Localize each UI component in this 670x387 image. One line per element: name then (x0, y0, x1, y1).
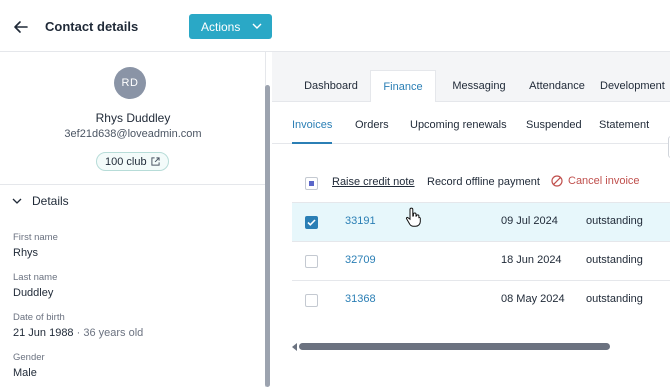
row-checkbox[interactable] (305, 294, 318, 307)
contact-sidebar: RD Rhys Duddley 3ef21d638@loveadmin.com … (0, 52, 266, 387)
table-row[interactable]: 33191 09 Jul 2024 outstanding (292, 203, 670, 242)
tab-messaging[interactable]: Messaging (444, 70, 514, 102)
gender-label: Gender (13, 352, 45, 363)
external-link-icon (150, 157, 160, 166)
dob-label: Date of birth (13, 312, 65, 323)
scroll-left-arrow-icon[interactable] (292, 343, 297, 351)
bulk-actions-row: Raise credit note Record offline payment… (292, 164, 670, 203)
invoice-status: outstanding (586, 293, 643, 305)
row-checkbox[interactable] (305, 255, 318, 268)
avatar: RD (114, 67, 146, 99)
sidebar-scrollbar[interactable] (265, 85, 270, 387)
main-content: Dashboard Finance Messaging Attendance D… (272, 52, 670, 387)
tab-development[interactable]: Development (600, 70, 670, 102)
subtab-orders[interactable]: Orders (355, 119, 389, 131)
invoice-date: 09 Jul 2024 (501, 215, 558, 227)
back-arrow-icon[interactable] (12, 18, 30, 36)
hand-cursor-icon (405, 207, 421, 227)
subtab-invoices[interactable]: Invoices (292, 119, 332, 131)
cancel-invoice-label: Cancel invoice (568, 175, 640, 187)
chevron-down-icon (12, 198, 22, 204)
subtab-statement[interactable]: Statement (599, 119, 649, 131)
select-all-checkbox[interactable] (305, 177, 318, 190)
tab-dashboard[interactable]: Dashboard (296, 70, 366, 102)
invoice-date: 08 May 2024 (501, 293, 565, 305)
first-name-value: Rhys (13, 247, 39, 259)
club-badge[interactable]: 100 club (96, 152, 169, 171)
last-name-label: Last name (13, 272, 58, 283)
cancel-icon (551, 175, 563, 187)
invoice-date: 18 Jun 2024 (501, 254, 562, 266)
invoice-status: outstanding (586, 215, 643, 227)
actions-button[interactable]: Actions (189, 14, 272, 39)
club-badge-label: 100 club (105, 155, 147, 168)
table-row[interactable]: 31368 08 May 2024 outstanding (292, 281, 670, 320)
age-text: · 36 years old (76, 327, 144, 339)
chevron-down-icon (252, 23, 262, 29)
row-checkbox[interactable] (305, 216, 318, 229)
check-icon (307, 219, 316, 226)
last-name-value: Duddley (13, 287, 54, 299)
tab-finance[interactable]: Finance (370, 70, 436, 103)
subtab-upcoming-renewals[interactable]: Upcoming renewals (410, 119, 507, 131)
invoice-number-link[interactable]: 33191 (345, 215, 376, 227)
cancel-invoice-button[interactable]: Cancel invoice (551, 175, 640, 187)
subtab-suspended[interactable]: Suspended (526, 119, 582, 131)
invoice-status: outstanding (586, 254, 643, 266)
gender-value: Male (13, 367, 37, 379)
divider (0, 184, 265, 185)
tab-attendance[interactable]: Attendance (522, 70, 592, 102)
details-section-toggle[interactable]: Details (12, 194, 69, 208)
first-name-label: First name (13, 232, 58, 243)
finance-subtabs: Invoices Orders Upcoming renewals Suspen… (272, 102, 670, 144)
raise-credit-note-button[interactable]: Raise credit note (332, 176, 415, 188)
table-row[interactable]: 32709 18 Jun 2024 outstanding (292, 242, 670, 281)
actions-label: Actions (201, 19, 241, 34)
contact-email: 3ef21d638@loveadmin.com (64, 128, 202, 140)
active-subtab-indicator (292, 142, 332, 144)
top-bar: Contact details Actions (0, 0, 670, 52)
dob-date: 21 Jun 1988 (13, 327, 74, 339)
invoice-number-link[interactable]: 31368 (345, 293, 376, 305)
invoice-number-link[interactable]: 32709 (345, 254, 376, 266)
record-offline-payment-button[interactable]: Record offline payment (427, 176, 540, 188)
contact-name: Rhys Duddley (95, 111, 171, 125)
invoices-table: Raise credit note Record offline payment… (292, 164, 670, 336)
horizontal-scrollbar[interactable] (299, 343, 610, 350)
main-tabs: Dashboard Finance Messaging Attendance D… (272, 60, 670, 103)
dob-value: 21 Jun 1988 · 36 years old (13, 327, 143, 339)
details-heading: Details (32, 194, 69, 208)
page-title: Contact details (45, 19, 139, 34)
